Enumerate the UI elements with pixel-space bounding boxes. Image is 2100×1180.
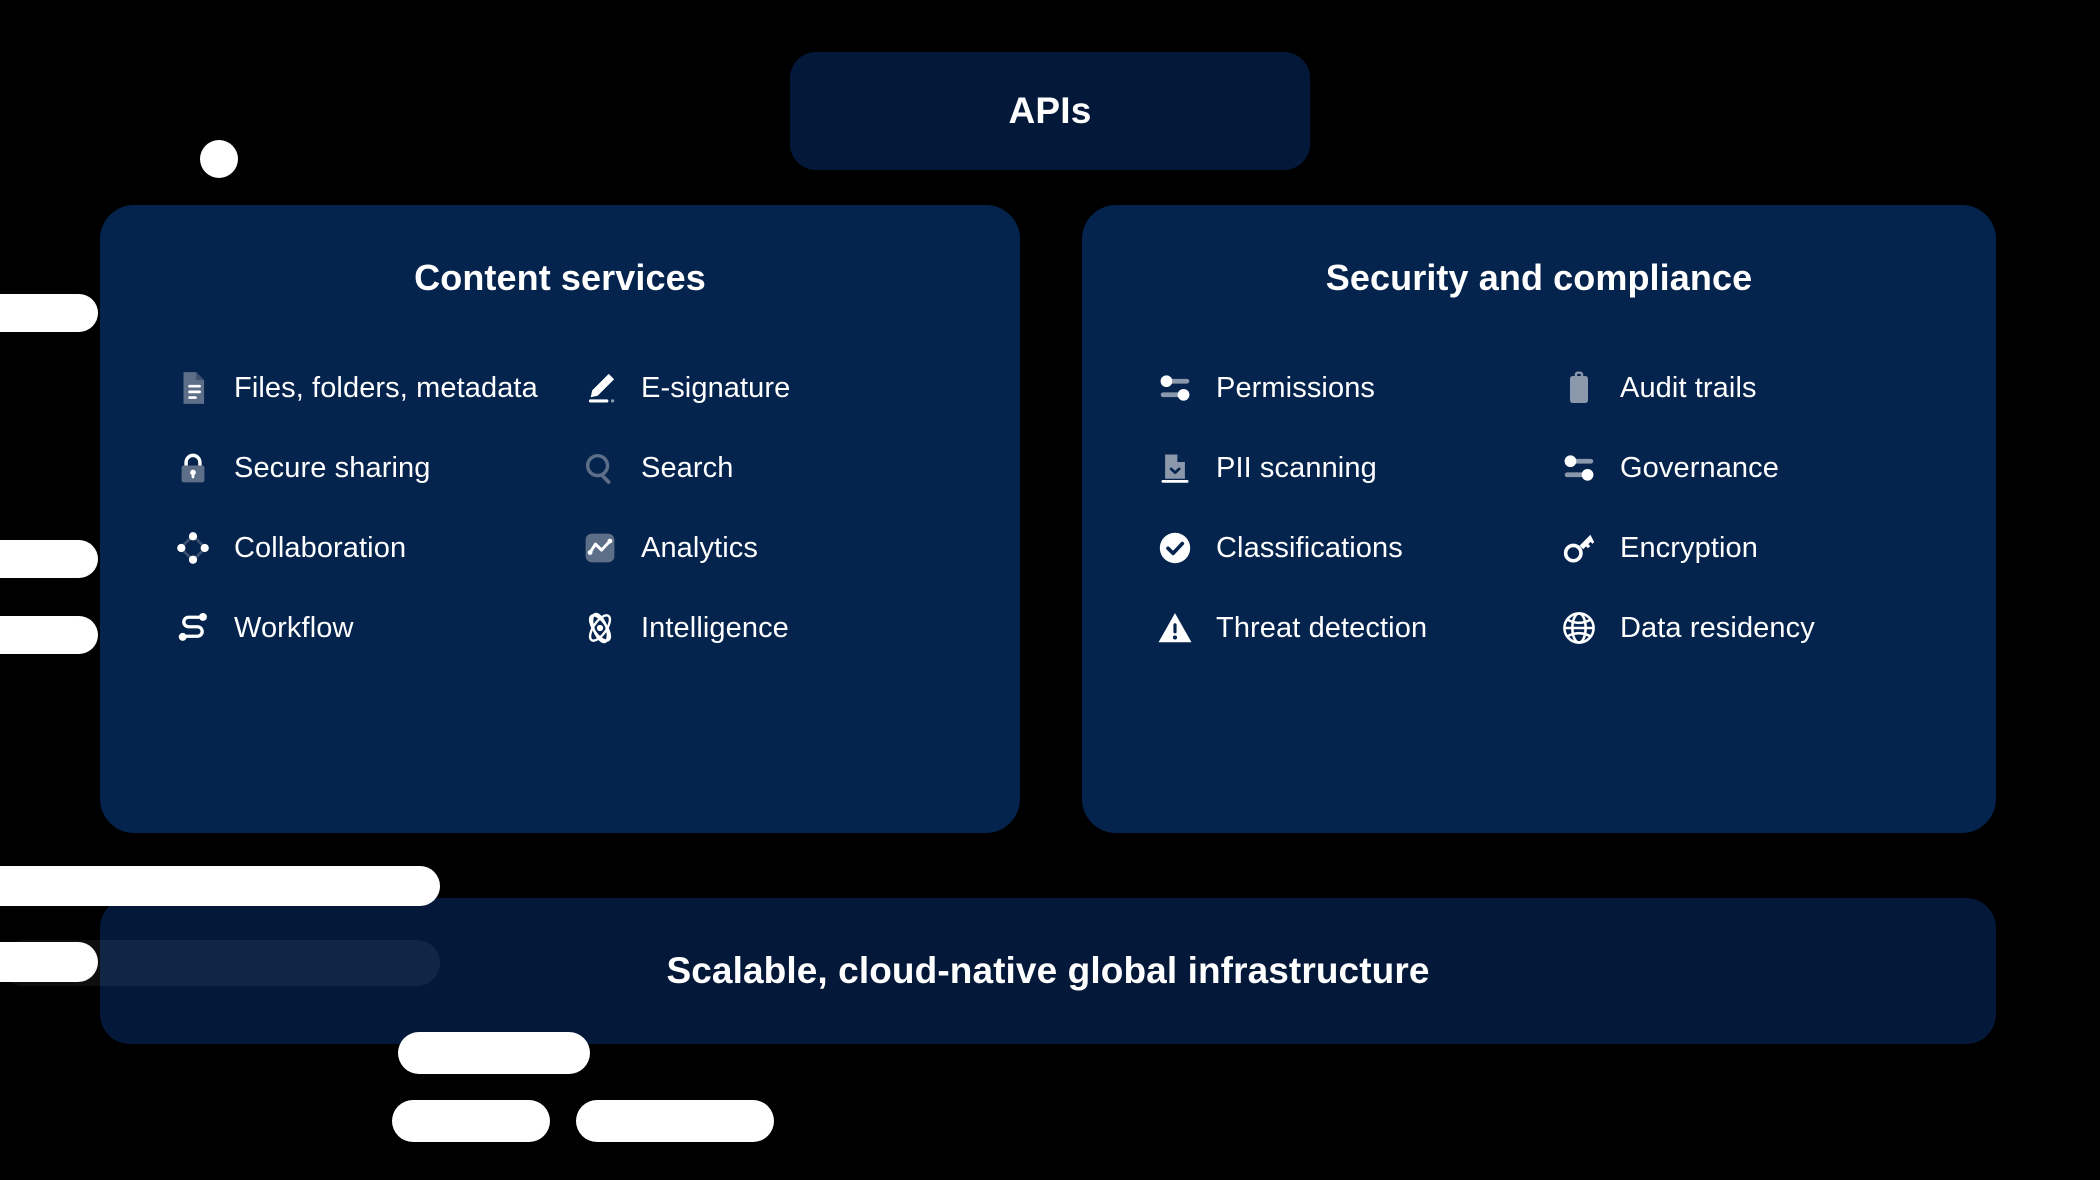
feature-label: Data residency [1620, 611, 1815, 644]
feature-secure-sharing[interactable]: Secure sharing [172, 445, 569, 491]
feature-label: E-signature [641, 371, 791, 404]
feature-label: Collaboration [234, 531, 407, 564]
check-circle-icon [1154, 527, 1196, 569]
feature-intelligence[interactable]: Intelligence [579, 605, 976, 651]
apis-bar-title: APIs [1008, 90, 1092, 131]
feature-label: Governance [1620, 451, 1779, 484]
collaboration-nodes-icon [172, 527, 214, 569]
feature-governance[interactable]: Governance [1558, 445, 1952, 491]
sliders-permissions-icon [1154, 367, 1196, 409]
deco-bar-4 [0, 866, 440, 906]
globe-icon [1558, 607, 1600, 649]
feature-label: Threat detection [1216, 611, 1428, 644]
feature-label: Intelligence [641, 611, 789, 644]
feature-label: Secure sharing [234, 451, 431, 484]
security-compliance-card[interactable]: Security and compliance Permissions Audi… [1082, 205, 1996, 833]
deco-bar-5 [0, 942, 98, 982]
workflow-icon [172, 607, 214, 649]
analytics-chart-icon [579, 527, 621, 569]
feature-label: Analytics [641, 531, 758, 564]
feature-search[interactable]: Search [579, 445, 976, 491]
key-icon [1558, 527, 1600, 569]
feature-audit-trails[interactable]: Audit trails [1558, 365, 1952, 411]
content-services-card[interactable]: Content services Files, folders, metadat… [100, 205, 1020, 833]
deco-bar-6 [398, 1032, 590, 1074]
feature-label: Audit trails [1620, 371, 1757, 404]
feature-pii-scanning[interactable]: PII scanning [1154, 445, 1548, 491]
warning-triangle-icon [1154, 607, 1196, 649]
feature-label: Search [641, 451, 734, 484]
content-services-feature-grid: Files, folders, metadata E-signature Sec… [144, 365, 976, 651]
feature-threat-detection[interactable]: Threat detection [1154, 605, 1548, 651]
security-compliance-feature-grid: Permissions Audit trails PII scanning Go… [1126, 365, 1952, 651]
deco-bar-8 [576, 1100, 774, 1142]
deco-bar-1 [0, 294, 98, 332]
feature-files-folders-metadata[interactable]: Files, folders, metadata [172, 365, 569, 411]
feature-classifications[interactable]: Classifications [1154, 525, 1548, 571]
search-icon [579, 447, 621, 489]
document-icon [172, 367, 214, 409]
feature-analytics[interactable]: Analytics [579, 525, 976, 571]
deco-bar-7 [392, 1100, 550, 1142]
feature-label: Encryption [1620, 531, 1759, 564]
feature-workflow[interactable]: Workflow [172, 605, 569, 651]
feature-data-residency[interactable]: Data residency [1558, 605, 1952, 651]
diagram-canvas: APIs Content services Files, folders, me… [0, 0, 2100, 1180]
deco-bar-3 [0, 616, 98, 654]
feature-label: Classifications [1216, 531, 1403, 564]
clipboard-icon [1558, 367, 1600, 409]
apis-bar[interactable]: APIs [790, 52, 1310, 170]
feature-encryption[interactable]: Encryption [1558, 525, 1952, 571]
feature-label: Permissions [1216, 371, 1376, 404]
feature-label: PII scanning [1216, 451, 1377, 484]
sliders-governance-icon [1558, 447, 1600, 489]
pencil-signature-icon [579, 367, 621, 409]
deco-bar-2 [0, 540, 98, 578]
document-scan-icon [1154, 447, 1196, 489]
feature-label: Workflow [234, 611, 354, 644]
feature-e-signature[interactable]: E-signature [579, 365, 976, 411]
security-compliance-title: Security and compliance [1325, 257, 1753, 298]
feature-label: Files, folders, metadata [234, 371, 538, 404]
infrastructure-bar-title: Scalable, cloud-native global infrastruc… [666, 950, 1430, 991]
deco-circle [200, 140, 238, 178]
feature-collaboration[interactable]: Collaboration [172, 525, 569, 571]
content-services-title: Content services [414, 257, 706, 298]
feature-permissions[interactable]: Permissions [1154, 365, 1548, 411]
lock-icon [172, 447, 214, 489]
atom-intelligence-icon [579, 607, 621, 649]
